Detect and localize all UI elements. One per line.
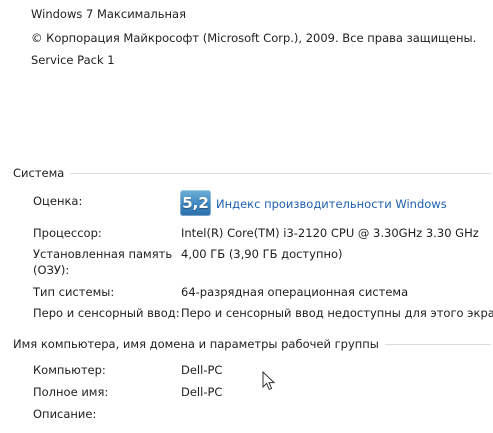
service-pack-text: Service Pack 1 <box>31 53 115 67</box>
mouse-pointer-icon <box>262 371 276 391</box>
windows-experience-index-link[interactable]: Индекс производительности Windows <box>216 197 447 211</box>
section-divider <box>70 172 491 174</box>
system-section-header: Система <box>13 166 491 180</box>
system-type-label: Тип системы: <box>33 285 115 299</box>
windows-edition-name: Windows 7 Максимальная <box>31 7 187 21</box>
computer-section-header: Имя компьютера, имя домена и параметры р… <box>13 337 491 351</box>
copyright-text: © Корпорация Майкрософт (Microsoft Corp.… <box>31 31 477 45</box>
description-label: Описание: <box>33 407 97 421</box>
performance-score-value: 5,2 <box>182 194 209 212</box>
memory-label-line1: Установленная память <box>33 247 173 261</box>
computer-name-value: Dell-PC <box>181 363 223 377</box>
system-type-value: 64-разрядная операционная система <box>181 285 409 299</box>
processor-value: Intel(R) Core(TM) i3-2120 CPU @ 3.30GHz … <box>181 226 479 240</box>
section-divider <box>384 343 491 345</box>
performance-score-icon[interactable]: 5,2 <box>180 190 211 216</box>
processor-label: Процессор: <box>33 226 102 240</box>
system-section-title: Система <box>13 166 65 180</box>
pen-touch-label: Перо и сенсорный ввод: <box>33 306 180 320</box>
computer-section-title: Имя компьютера, имя домена и параметры р… <box>13 337 379 351</box>
rating-label: Оценка: <box>33 194 83 208</box>
computer-name-label: Компьютер: <box>33 363 106 377</box>
full-name-value: Dell-PC <box>181 385 223 399</box>
full-name-label: Полное имя: <box>33 385 109 399</box>
memory-value: 4,00 ГБ (3,90 ГБ доступно) <box>181 247 343 261</box>
memory-label-line2: (ОЗУ): <box>33 263 70 277</box>
pen-touch-value: Перо и сенсорный ввод недоступны для это… <box>181 306 493 320</box>
